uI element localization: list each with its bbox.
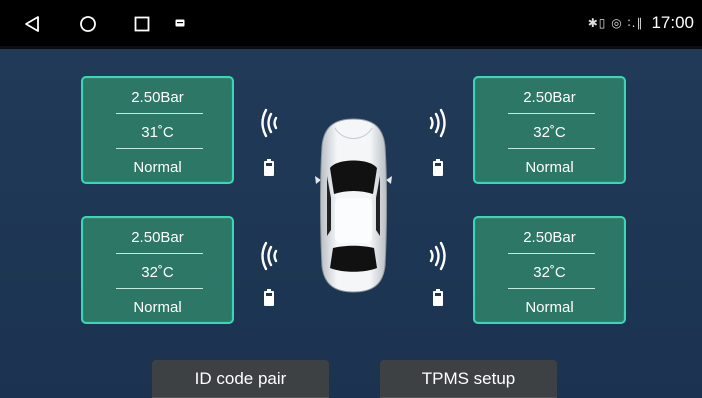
divider	[116, 113, 203, 114]
back-icon	[25, 16, 39, 32]
divider	[116, 288, 203, 289]
tire-status: Normal	[133, 299, 182, 316]
tire-status: Normal	[525, 299, 574, 316]
divider	[508, 253, 595, 254]
tpms-panel: 2.50Bar 31˚C Normal 2.50Bar 32˚C Normal …	[0, 49, 702, 398]
divider	[508, 288, 595, 289]
tire-temperature: 32˚C	[533, 264, 566, 281]
notification-icon	[175, 19, 185, 27]
clock: 17:00	[651, 13, 694, 32]
signal-icon-front-right	[429, 108, 446, 138]
back-button[interactable]	[18, 10, 46, 38]
car-top-view-icon	[315, 118, 392, 293]
tire-status: Normal	[525, 159, 574, 176]
tire-card-front-right[interactable]: 2.50Bar 32˚C Normal	[473, 76, 626, 184]
tire-status: Normal	[133, 159, 182, 176]
battery-icon-rear-right	[433, 289, 443, 306]
status-bar: ✱▯ ◎ ∶.∥ 17:00	[0, 0, 702, 46]
tire-temperature: 32˚C	[141, 264, 174, 281]
tire-pressure: 2.50Bar	[131, 89, 184, 106]
tire-card-front-left[interactable]: 2.50Bar 31˚C Normal	[81, 76, 234, 184]
battery-icon-rear-left	[264, 289, 274, 306]
signal-icon-front-left	[261, 108, 278, 138]
tire-temperature: 32˚C	[533, 124, 566, 141]
status-area: ✱▯ ◎ ∶.∥ 17:00	[588, 12, 694, 34]
tire-card-rear-left[interactable]: 2.50Bar 32˚C Normal	[81, 216, 234, 324]
battery-icon-front-left	[264, 159, 274, 176]
tire-pressure: 2.50Bar	[523, 229, 576, 246]
id-code-pair-button[interactable]: ID code pair	[152, 360, 329, 398]
divider	[508, 148, 595, 149]
tire-temperature: 31˚C	[141, 124, 174, 141]
tire-pressure: 2.50Bar	[523, 89, 576, 106]
divider	[116, 148, 203, 149]
recents-icon	[134, 16, 150, 32]
tire-pressure: 2.50Bar	[131, 229, 184, 246]
status-indicators: ✱▯ ◎ ∶.∥	[587, 16, 644, 30]
battery-icon-front-right	[433, 159, 443, 176]
recents-button[interactable]	[128, 10, 156, 38]
divider	[116, 253, 203, 254]
home-button[interactable]	[74, 10, 102, 38]
tpms-setup-button[interactable]: TPMS setup	[380, 360, 557, 398]
divider	[508, 113, 595, 114]
tire-card-rear-right[interactable]: 2.50Bar 32˚C Normal	[473, 216, 626, 324]
signal-icon-rear-left	[261, 241, 278, 271]
signal-icon-rear-right	[429, 241, 446, 271]
home-icon	[80, 16, 96, 32]
